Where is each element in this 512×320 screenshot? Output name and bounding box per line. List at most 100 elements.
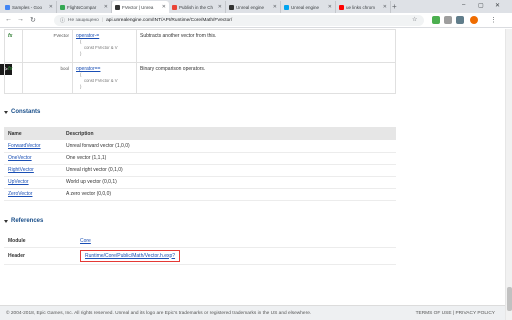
table-header-row: Name Description bbox=[4, 127, 396, 140]
info-icon[interactable]: ⓘ bbox=[60, 17, 65, 24]
page-content: > fx FVector operator-= ( const FVector … bbox=[0, 29, 512, 320]
constant-link[interactable]: RightVector bbox=[8, 167, 34, 173]
constant-description: Unreal forward vector (1,0,0) bbox=[62, 140, 396, 153]
functions-table: fx FVector operator-= ( const FVector & … bbox=[4, 29, 396, 94]
browser-tab[interactable]: Samples - Goo ✕ bbox=[2, 1, 57, 13]
table-row: fx bool operator== ( const FVector & V )… bbox=[4, 62, 396, 94]
browser-tab[interactable]: Unreal engine ✕ bbox=[226, 1, 281, 13]
constant-description: Unreal right vector (0,1,0) bbox=[62, 164, 396, 177]
tab-close-icon[interactable]: ✕ bbox=[162, 4, 166, 10]
tab-favicon-icon bbox=[172, 4, 177, 10]
maximize-icon[interactable]: ▢ bbox=[478, 2, 484, 9]
profile-avatar[interactable] bbox=[470, 16, 478, 24]
bookmark-star-icon[interactable]: ☆ bbox=[412, 16, 417, 23]
browser-tab-strip: Samples - Goo ✕ FlightsCompar ✕ FVector … bbox=[0, 0, 512, 13]
constants-section-header[interactable]: Constants bbox=[4, 109, 40, 115]
copyright-text: © 2004-2018, Epic Games, Inc. All rights… bbox=[6, 311, 312, 316]
constant-description: World up vector (0,0,1) bbox=[62, 176, 396, 189]
header-file-link[interactable]: Runtime/Core/Public/Math/Vector.h.exp? bbox=[85, 253, 175, 259]
browser-tab-active[interactable]: FVector | Unrea ✕ bbox=[112, 1, 169, 13]
table-row: Module Core bbox=[4, 235, 396, 248]
constant-link[interactable]: ForwardVector bbox=[8, 143, 41, 149]
return-type: FVector bbox=[22, 29, 73, 63]
tab-close-icon[interactable]: ✕ bbox=[383, 4, 387, 10]
tab-favicon-icon bbox=[229, 4, 234, 10]
table-row: ZeroVector A zero vector (0,0,0) bbox=[4, 188, 396, 201]
table-row: fx FVector operator-= ( const FVector & … bbox=[4, 29, 396, 63]
tab-title: FlightsCompar bbox=[67, 4, 97, 10]
tab-close-icon[interactable]: ✕ bbox=[328, 4, 332, 10]
function-icon: fx bbox=[8, 33, 13, 39]
documentation-body: fx FVector operator-= ( const FVector & … bbox=[4, 29, 396, 292]
constant-description: A zero vector (0,0,0) bbox=[62, 188, 396, 201]
reference-label: Header bbox=[4, 247, 76, 265]
extension-icon[interactable] bbox=[456, 16, 464, 24]
constants-table: Name Description ForwardVector Unreal fo… bbox=[4, 127, 396, 201]
extension-icon[interactable] bbox=[432, 16, 440, 24]
reload-icon[interactable]: ↻ bbox=[30, 16, 36, 24]
tab-close-icon[interactable]: ✕ bbox=[49, 4, 53, 10]
collapse-triangle-icon bbox=[4, 219, 8, 223]
tab-close-icon[interactable]: ✕ bbox=[218, 4, 222, 10]
function-icon-cell: fx bbox=[4, 29, 23, 63]
scrollbar-thumb[interactable] bbox=[507, 287, 512, 311]
table-row: OneVector One vector (1,1,1) bbox=[4, 152, 396, 165]
url-text: api.unrealengine.com/INT/API/Runtime/Cor… bbox=[106, 18, 233, 23]
vertical-scrollbar[interactable] bbox=[505, 29, 512, 320]
references-table: Module Core Header Runtime/Core/Public/M… bbox=[4, 235, 396, 265]
table-row: ForwardVector Unreal forward vector (1,0… bbox=[4, 140, 396, 153]
tab-close-icon[interactable]: ✕ bbox=[104, 4, 108, 10]
references-section-header[interactable]: References bbox=[4, 218, 43, 224]
browser-tab[interactable]: FlightsCompar ✕ bbox=[57, 1, 112, 13]
tab-title: Publish in the Ch bbox=[179, 4, 214, 10]
close-window-icon[interactable]: ✕ bbox=[495, 2, 500, 9]
tab-title: ue links chrom bbox=[346, 4, 376, 10]
address-bar[interactable]: ⓘ Не защищено | api.unrealengine.com/INT… bbox=[54, 15, 424, 26]
function-icon-cell: fx bbox=[4, 62, 23, 94]
highlighted-box: Runtime/Core/Public/Math/Vector.h.exp? bbox=[80, 249, 181, 262]
section-title: Constants bbox=[11, 109, 41, 115]
tab-favicon-icon bbox=[5, 4, 10, 10]
function-icon: fx bbox=[8, 66, 13, 72]
signature-close: ) bbox=[80, 51, 82, 56]
function-description: Subtracts another vector from this. bbox=[136, 29, 396, 63]
section-title: References bbox=[11, 218, 44, 224]
function-name-cell: operator== ( const FVector & V ) bbox=[72, 62, 137, 94]
browser-tab[interactable]: ue links chrom ✕ bbox=[336, 1, 391, 13]
constant-link[interactable]: ZeroVector bbox=[8, 191, 32, 197]
collapse-triangle-icon bbox=[4, 110, 8, 114]
tab-favicon-icon bbox=[60, 4, 65, 10]
address-separator: | bbox=[101, 18, 104, 23]
tab-favicon-icon bbox=[339, 4, 344, 10]
table-row: UpVector World up vector (0,0,1) bbox=[4, 176, 396, 189]
constant-description: One vector (1,1,1) bbox=[62, 152, 396, 165]
tab-title: Unreal engine bbox=[236, 4, 265, 10]
tab-title: Unreal engine bbox=[291, 4, 320, 10]
tab-favicon-icon bbox=[284, 4, 289, 10]
back-icon[interactable]: ← bbox=[5, 16, 12, 23]
browser-toolbar: ← → ↻ ⓘ Не защищено | api.unrealengine.c… bbox=[0, 13, 512, 28]
extension-icon[interactable] bbox=[444, 16, 452, 24]
new-tab-button[interactable]: + bbox=[392, 2, 397, 11]
browser-tab[interactable]: Unreal engine ✕ bbox=[281, 1, 336, 13]
minimize-icon[interactable]: – bbox=[462, 2, 465, 8]
signature-close: ) bbox=[80, 84, 82, 89]
menu-kebab-icon[interactable]: ⋮ bbox=[490, 16, 497, 24]
page-footer: © 2004-2018, Epic Games, Inc. All rights… bbox=[0, 305, 505, 320]
constant-link[interactable]: OneVector bbox=[8, 155, 32, 161]
browser-tab[interactable]: Publish in the Ch ✕ bbox=[169, 1, 226, 13]
tab-favicon-icon bbox=[115, 4, 120, 10]
return-type: bool bbox=[22, 62, 73, 94]
tab-title: Samples - Goo bbox=[12, 4, 43, 10]
constant-link[interactable]: UpVector bbox=[8, 179, 29, 185]
module-link[interactable]: Core bbox=[80, 238, 91, 244]
column-header: Name bbox=[4, 127, 62, 140]
function-name-cell: operator-= ( const FVector & V ) bbox=[72, 29, 137, 63]
reference-label: Module bbox=[4, 235, 76, 248]
tab-close-icon[interactable]: ✕ bbox=[273, 4, 277, 10]
footer-links[interactable]: TERMS OF USE | PRIVACY POLICY bbox=[416, 311, 495, 316]
column-header: Description bbox=[62, 127, 396, 140]
forward-icon[interactable]: → bbox=[17, 16, 24, 23]
table-row: RightVector Unreal right vector (0,1,0) bbox=[4, 164, 396, 177]
function-description: Binary comparison operators. bbox=[136, 62, 396, 94]
